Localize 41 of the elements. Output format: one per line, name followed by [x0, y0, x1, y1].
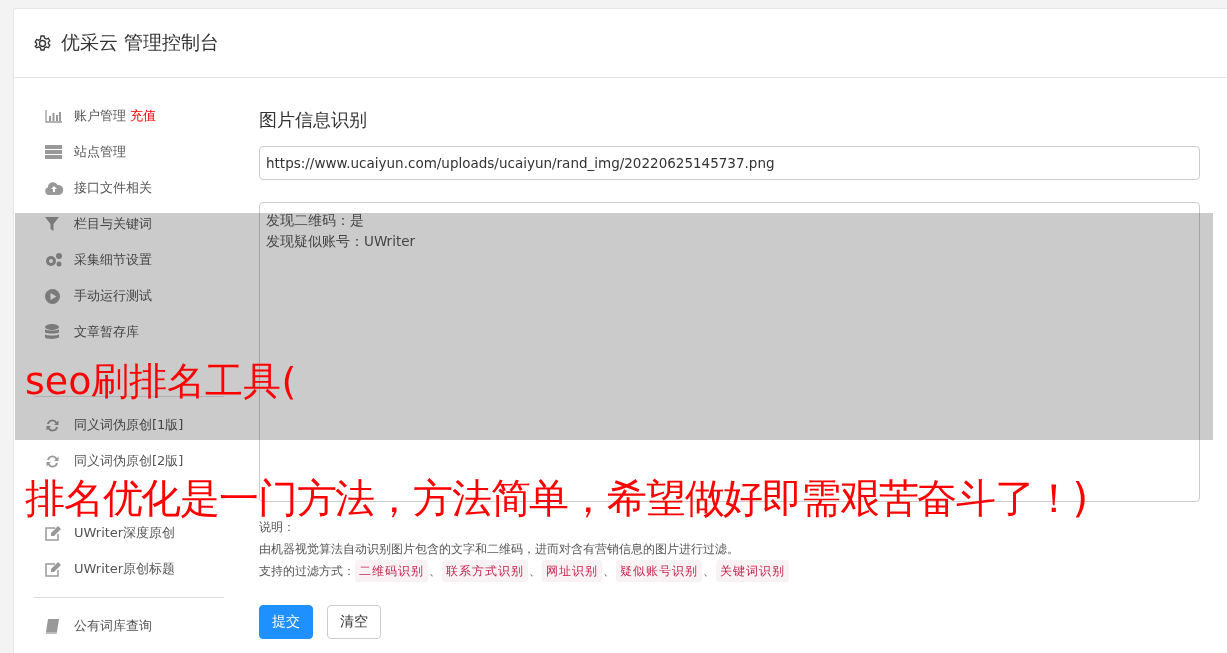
sidebar-item[interactable]: 站点管理	[74, 143, 126, 161]
result-line: 发现二维码：是	[266, 211, 364, 230]
overlay-text: 排名优化是一门方法，方法简单，希望做好即需艰苦奋斗了！)	[25, 478, 1087, 518]
sidebar-item[interactable]: UWriter深度原创	[74, 524, 176, 542]
recharge-link[interactable]: 充值	[130, 107, 156, 125]
sidebar-item[interactable]: 栏目与关键词	[74, 215, 152, 233]
sidebar-item[interactable]: 公有词库查询	[74, 617, 152, 635]
sidebar-item[interactable]: 同义词伪原创[1版]	[74, 416, 184, 434]
sidebar-item[interactable]: 同义词伪原创[2版]	[74, 452, 184, 470]
separator: 、	[529, 563, 541, 580]
filter-tag: 二维码识别	[355, 560, 428, 582]
sidebar-item[interactable]: 手动运行测试	[74, 287, 152, 305]
server-icon	[45, 145, 62, 159]
edit-icon	[45, 561, 61, 577]
settings-icon	[34, 34, 51, 52]
note-label: 说明：	[259, 519, 295, 536]
filters-label: 支持的过滤方式：	[259, 563, 355, 580]
cloud-upload-icon	[45, 181, 63, 195]
filter-tag: 疑似账号识别	[616, 560, 702, 582]
edit-icon	[45, 525, 61, 541]
separator: 、	[703, 563, 715, 580]
book-icon	[45, 618, 59, 634]
filter-tag: 关键词识别	[716, 560, 789, 582]
filter-tag: 网址识别	[542, 560, 602, 582]
result-line: 发现疑似账号：UWriter	[266, 232, 416, 251]
sidebar-item[interactable]: UWriter原创标题	[74, 560, 176, 578]
description-text: 由机器视觉算法自动识别图片包含的文字和二维码，进而对含有营销信息的图片进行过滤。	[259, 541, 739, 558]
separator: 、	[429, 563, 441, 580]
filter-tag: 联系方式识别	[442, 560, 528, 582]
overlay-text: seo刷排名工具(	[25, 362, 297, 400]
refresh-icon	[45, 453, 60, 469]
sidebar-item[interactable]: 文章暂存库	[74, 323, 139, 341]
sidebar-item[interactable]: 账户管理	[74, 107, 126, 125]
separator: 、	[603, 563, 615, 580]
url-field[interactable]: https://www.ucaiyun.com/uploads/ucaiyun/rand_img/20220625145737.png	[259, 146, 1200, 180]
app-title: 优采云 管理控制台	[61, 30, 220, 55]
clear-button[interactable]: 清空	[327, 605, 381, 639]
sidebar-item[interactable]: 接口文件相关	[74, 179, 152, 197]
sidebar-item[interactable]: 采集细节设置	[74, 251, 152, 269]
bar-chart-icon	[45, 109, 63, 123]
page-title: 图片信息识别	[259, 108, 368, 132]
